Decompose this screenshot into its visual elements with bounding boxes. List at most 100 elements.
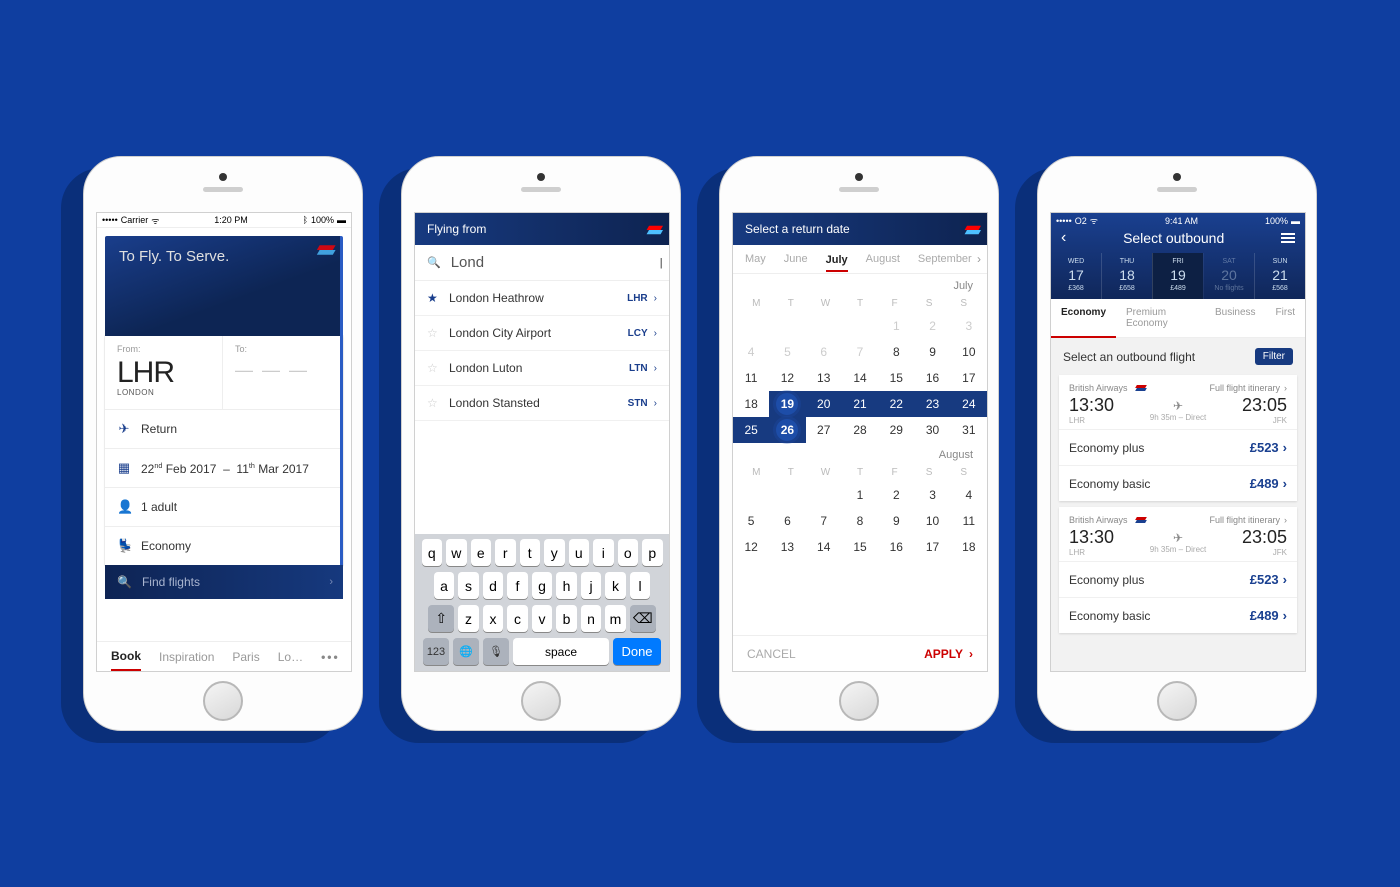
calendar-day[interactable]: 4 [951, 482, 987, 508]
date-option[interactable]: THU18£658 [1101, 253, 1152, 299]
cabin-tab[interactable]: Premium Economy [1116, 299, 1205, 337]
key-i[interactable]: i [593, 539, 614, 566]
airport-result[interactable]: ★ London HeathrowLHR › [415, 281, 669, 316]
month-tab[interactable]: August [866, 253, 900, 265]
menu-icon[interactable] [1281, 231, 1295, 245]
key-h[interactable]: h [556, 572, 577, 599]
more-button[interactable]: ••• [321, 650, 340, 664]
key-u[interactable]: u [569, 539, 590, 566]
month-tab[interactable]: July [826, 254, 848, 272]
fare-option[interactable]: Economy plus£523 › [1059, 429, 1297, 465]
key-t[interactable]: t [520, 539, 541, 566]
key-f[interactable]: f [507, 572, 528, 599]
calendar-day[interactable]: 18 [951, 534, 987, 560]
fare-option[interactable]: Economy plus£523 › [1059, 561, 1297, 597]
home-button[interactable] [521, 681, 561, 721]
passengers-field[interactable]: 👤 1 adult [105, 487, 340, 526]
key-a[interactable]: a [434, 572, 455, 599]
calendar-day[interactable]: 14 [842, 365, 878, 391]
key-s[interactable]: s [458, 572, 479, 599]
key-w[interactable]: w [446, 539, 467, 566]
calendar-day[interactable]: 1 [878, 313, 914, 339]
space-key[interactable]: space [513, 638, 609, 665]
key-m[interactable]: m [605, 605, 626, 632]
calendar-day[interactable]: 31 [951, 417, 987, 443]
bottom-tab[interactable]: Lo… [278, 650, 303, 664]
airport-result[interactable]: ☆ London LutonLTN › [415, 351, 669, 386]
key-r[interactable]: r [495, 539, 516, 566]
date-option[interactable]: FRI19£489 [1152, 253, 1203, 299]
calendar-day[interactable]: 1 [842, 482, 878, 508]
calendar-day[interactable]: 15 [878, 365, 914, 391]
calendar-day[interactable]: 14 [806, 534, 842, 560]
calendar-day[interactable]: 28 [842, 417, 878, 443]
dates-field[interactable]: ▦ 22nd Feb 2017 – 11th Mar 2017 [105, 448, 340, 487]
month-tab[interactable]: September [918, 253, 972, 265]
to-field[interactable]: To: — — — [222, 336, 340, 409]
month-tab[interactable]: June [784, 253, 808, 265]
bottom-tab[interactable]: Paris [232, 650, 259, 664]
backspace-key[interactable]: ⌫ [630, 605, 656, 632]
calendar-day[interactable]: 8 [842, 508, 878, 534]
back-button[interactable]: ‹ [1061, 229, 1066, 247]
calendar-day[interactable]: 30 [914, 417, 950, 443]
cabin-tab[interactable]: Economy [1051, 299, 1116, 338]
key-g[interactable]: g [532, 572, 553, 599]
fare-option[interactable]: Economy basic£489 › [1059, 465, 1297, 501]
key-k[interactable]: k [605, 572, 626, 599]
calendar-day[interactable]: 22 [878, 391, 914, 417]
filter-button[interactable]: Filter [1255, 348, 1293, 365]
calendar-day[interactable]: 15 [842, 534, 878, 560]
key-p[interactable]: p [642, 539, 663, 566]
calendar-day[interactable]: 7 [842, 339, 878, 365]
search-input[interactable] [449, 253, 652, 272]
key-x[interactable]: x [483, 605, 504, 632]
date-strip[interactable]: WED17£368THU18£658FRI19£489SAT20No fligh… [1051, 253, 1305, 299]
calendar-day[interactable]: 12 [769, 365, 805, 391]
calendar-day[interactable]: 9 [914, 339, 950, 365]
itinerary-link[interactable]: Full flight itinerary › [1209, 383, 1287, 393]
airport-result[interactable]: ☆ London City AirportLCY › [415, 316, 669, 351]
calendar-day[interactable]: 6 [806, 339, 842, 365]
key-z[interactable]: z [458, 605, 479, 632]
key-y[interactable]: y [544, 539, 565, 566]
key-v[interactable]: v [532, 605, 553, 632]
calendar-day[interactable]: 9 [878, 508, 914, 534]
months-tabs[interactable]: MayJuneJulyAugustSeptemberO…› [733, 245, 987, 274]
search-bar[interactable]: 🔍 | ✕ [415, 245, 669, 281]
key-q[interactable]: q [422, 539, 443, 566]
from-field[interactable]: From: LHR LONDON [105, 336, 222, 409]
bottom-tab[interactable]: Book [111, 649, 141, 671]
calendar-day[interactable]: 18 [733, 391, 769, 417]
calendar-day[interactable]: 12 [733, 534, 769, 560]
key-c[interactable]: c [507, 605, 528, 632]
key-b[interactable]: b [556, 605, 577, 632]
airport-result[interactable]: ☆ London StanstedSTN › [415, 386, 669, 421]
globe-key[interactable]: 🌐 [453, 638, 479, 665]
calendar-day[interactable]: 19 [769, 391, 805, 417]
calendar-day[interactable]: 3 [914, 482, 950, 508]
key-j[interactable]: j [581, 572, 602, 599]
key-d[interactable]: d [483, 572, 504, 599]
mic-key[interactable]: 🎙 [483, 638, 509, 665]
calendar-day[interactable]: 3 [951, 313, 987, 339]
calendar-day[interactable]: 20 [806, 391, 842, 417]
home-button[interactable] [203, 681, 243, 721]
calendar-day[interactable]: 4 [733, 339, 769, 365]
date-option[interactable]: WED17£368 [1051, 253, 1101, 299]
key-n[interactable]: n [581, 605, 602, 632]
calendar-day[interactable]: 2 [878, 482, 914, 508]
calendar-day[interactable]: 10 [951, 339, 987, 365]
trip-type-field[interactable]: ✈ Return [105, 409, 340, 448]
fare-option[interactable]: Economy basic£489 › [1059, 597, 1297, 633]
calendar-day[interactable]: 11 [951, 508, 987, 534]
calendar-day[interactable]: 5 [733, 508, 769, 534]
calendar-day[interactable]: 29 [878, 417, 914, 443]
num-key[interactable]: 123 [423, 638, 449, 665]
calendar-day[interactable]: 2 [914, 313, 950, 339]
date-option[interactable]: SUN21£568 [1254, 253, 1305, 299]
calendar-day[interactable]: 21 [842, 391, 878, 417]
home-button[interactable] [1157, 681, 1197, 721]
calendar-day[interactable]: 23 [914, 391, 950, 417]
calendar-day[interactable]: 25 [733, 417, 769, 443]
